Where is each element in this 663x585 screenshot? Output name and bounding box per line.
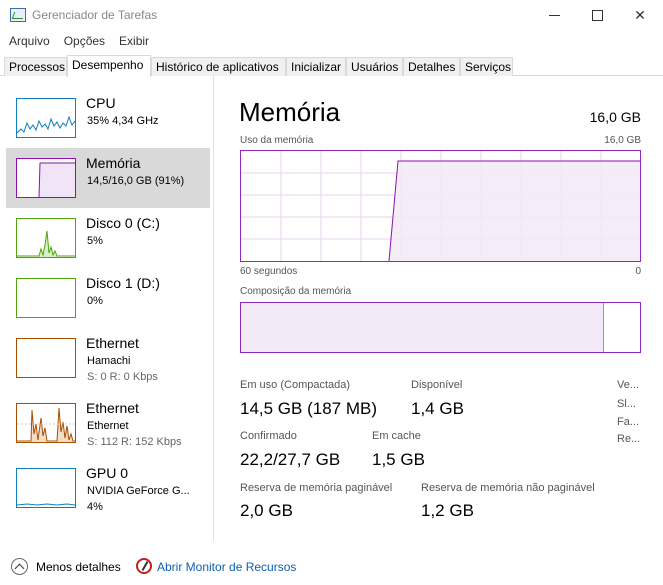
speed-label-truncated: Ve... xyxy=(617,379,640,391)
less-details-button[interactable]: Menos detalhes xyxy=(36,560,121,574)
sidebar-item-detail: Ethernet xyxy=(87,420,129,432)
memory-usage-graph xyxy=(240,150,641,262)
usage-graph-max: 16,0 GB xyxy=(604,135,641,146)
reserved-label-truncated: Re... xyxy=(617,433,641,445)
paged-pool-label: Reserva de memória paginável xyxy=(240,482,393,494)
page-title: Memória xyxy=(239,97,341,127)
sidebar-item-disk1[interactable]: Disco 1 (D:) 0% xyxy=(6,268,210,328)
sidebar-item-detail: 14,5/16,0 GB (91%) xyxy=(87,175,185,187)
window-title: Gerenciador de Tarefas xyxy=(32,8,158,22)
committed-value: 22,2/27,7 GB xyxy=(240,450,341,469)
tab-detalhes[interactable]: Detalhes xyxy=(403,57,460,76)
slots-label-truncated: Sl... xyxy=(617,398,636,410)
disk1-thumbnail-graph xyxy=(16,278,76,318)
sidebar-item-detail: 35% 4,34 GHz xyxy=(87,115,159,127)
menu-arquivo[interactable]: Arquivo xyxy=(0,32,55,52)
sidebar-item-title: Memória xyxy=(86,155,141,171)
tab-processos[interactable]: Processos xyxy=(4,57,67,76)
nonpaged-pool-label: Reserva de memória não paginável xyxy=(421,482,595,494)
sidebar-item-title: GPU 0 xyxy=(86,465,129,481)
task-manager-icon xyxy=(10,8,26,22)
resource-monitor-icon xyxy=(136,558,152,574)
close-icon: ✕ xyxy=(634,7,646,23)
cached-value: 1,5 GB xyxy=(372,450,425,469)
available-label: Disponível xyxy=(411,379,463,391)
nonpaged-pool-value: 1,2 GB xyxy=(421,501,474,520)
sidebar-item-gpu[interactable]: GPU 0 NVIDIA GeForce G... 4% xyxy=(6,458,210,518)
memory-thumbnail-graph xyxy=(16,158,76,198)
form-factor-label-truncated: Fa... xyxy=(617,416,640,428)
sidebar-item-ethernet[interactable]: Ethernet Ethernet S: 112 R: 152 Kbps xyxy=(6,393,210,453)
minimize-button[interactable] xyxy=(531,0,577,31)
time-axis-left: 60 segundos xyxy=(240,266,298,277)
sidebar-item-usage: 4% xyxy=(87,501,103,513)
sidebar-item-throughput: S: 112 R: 152 Kbps xyxy=(87,436,182,448)
tab-desempenho[interactable]: Desempenho xyxy=(67,55,151,77)
menu-exibir[interactable]: Exibir xyxy=(110,32,154,52)
sidebar-item-ethernet-hamachi[interactable]: Ethernet Hamachi S: 0 R: 0 Kbps xyxy=(6,328,210,388)
performance-sidebar: CPU 35% 4,34 GHz Memória 14,5/16,0 GB (9… xyxy=(0,76,214,541)
gpu-thumbnail-graph xyxy=(16,468,76,508)
sidebar-item-title: Ethernet xyxy=(86,400,139,416)
title-bar: Gerenciador de Tarefas ✕ xyxy=(0,0,663,31)
sidebar-item-detail: 5% xyxy=(87,235,103,247)
ethernet-hamachi-thumbnail-graph xyxy=(16,338,76,378)
disk0-thumbnail-graph xyxy=(16,218,76,258)
sidebar-item-cpu[interactable]: CPU 35% 4,34 GHz xyxy=(6,88,210,148)
cpu-thumbnail-graph xyxy=(16,98,76,138)
in-use-value: 14,5 GB (187 MB) xyxy=(240,399,378,418)
chevron-up-icon[interactable] xyxy=(11,558,28,575)
sidebar-item-disk0[interactable]: Disco 0 (C:) 5% xyxy=(6,208,210,268)
composition-in-use-segment xyxy=(241,303,604,352)
sidebar-item-title: Disco 1 (D:) xyxy=(86,275,160,291)
menu-bar: Arquivo Opções Exibir xyxy=(0,32,154,52)
sidebar-item-title: CPU xyxy=(86,95,116,111)
sidebar-item-throughput: S: 0 R: 0 Kbps xyxy=(87,371,158,383)
usage-graph-label: Uso da memória xyxy=(240,135,314,146)
maximize-button[interactable] xyxy=(574,0,620,31)
close-button[interactable]: ✕ xyxy=(617,0,663,31)
minimize-icon xyxy=(548,15,560,16)
committed-label: Confirmado xyxy=(240,430,297,442)
tab-usuarios[interactable]: Usuários xyxy=(346,57,403,76)
available-value: 1,4 GB xyxy=(411,399,464,418)
composition-label: Composição da memória xyxy=(240,286,352,297)
ethernet-thumbnail-graph xyxy=(16,403,76,443)
time-axis-right: 0 xyxy=(635,266,641,277)
paged-pool-value: 2,0 GB xyxy=(240,501,293,520)
tab-historico[interactable]: Histórico de aplicativos xyxy=(151,57,286,76)
in-use-label: Em uso (Compactada) xyxy=(240,379,351,391)
tab-servicos[interactable]: Serviços xyxy=(460,57,513,76)
tab-inicializar[interactable]: Inicializar xyxy=(286,57,346,76)
menu-opcoes[interactable]: Opções xyxy=(55,32,110,52)
maximize-icon xyxy=(591,10,603,21)
cached-label: Em cache xyxy=(372,430,421,442)
open-resource-monitor-link[interactable]: Abrir Monitor de Recursos xyxy=(157,560,296,574)
sidebar-item-detail: 0% xyxy=(87,295,103,307)
sidebar-item-detail: NVIDIA GeForce G... xyxy=(87,485,190,497)
memory-composition-bar xyxy=(240,302,641,353)
sidebar-item-detail: Hamachi xyxy=(87,355,131,367)
tab-bar: Processos Desempenho Histórico de aplica… xyxy=(0,55,663,77)
footer: Menos detalhes Abrir Monitor de Recursos xyxy=(0,553,663,585)
memory-total: 16,0 GB xyxy=(589,109,641,125)
sidebar-item-memory[interactable]: Memória 14,5/16,0 GB (91%) xyxy=(6,148,210,208)
sidebar-item-title: Ethernet xyxy=(86,335,139,351)
sidebar-item-title: Disco 0 (C:) xyxy=(86,215,160,231)
